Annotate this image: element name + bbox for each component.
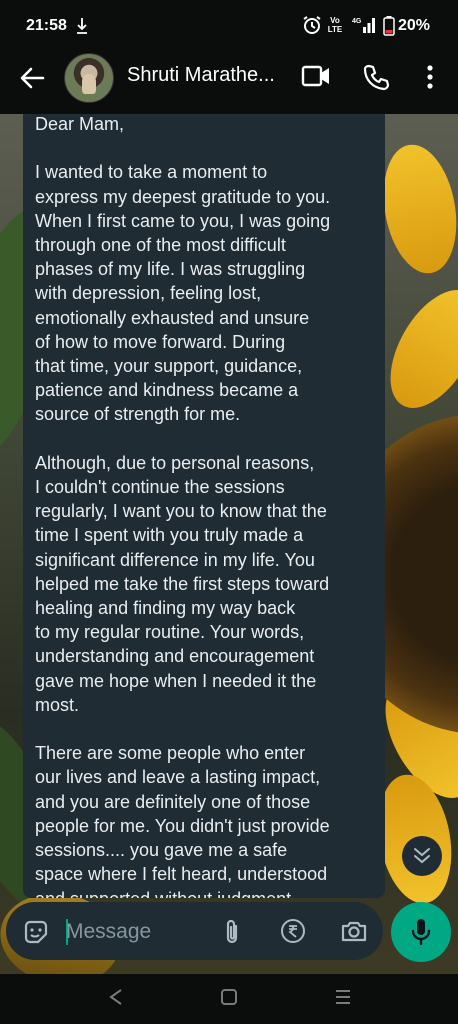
- rupee-icon[interactable]: [279, 917, 307, 945]
- mic-button[interactable]: [391, 902, 451, 962]
- download-icon: [77, 18, 87, 34]
- battery-percentage: 20%: [398, 17, 431, 34]
- phone-icon[interactable]: [362, 63, 390, 91]
- battery-icon: [383, 16, 395, 36]
- sticker-icon[interactable]: [22, 918, 50, 946]
- system-navigation-bar: [0, 974, 458, 1024]
- status-bar: 21:58 Vo LTE 4G 20%: [0, 0, 458, 52]
- avatar[interactable]: [64, 53, 114, 103]
- network-type-label: 4G: [352, 18, 362, 25]
- contact-name[interactable]: Shruti Marathe...: [127, 64, 275, 87]
- nav-recents-icon[interactable]: [334, 988, 352, 1006]
- chat-header: Shruti Marathe...: [0, 52, 458, 114]
- video-call-icon[interactable]: [301, 63, 331, 89]
- back-arrow-icon[interactable]: [18, 64, 46, 92]
- volte-icon: Vo LTE: [327, 16, 343, 34]
- message-bubble[interactable]: Dear Mam, I wanted to take a moment to e…: [23, 114, 385, 898]
- camera-icon[interactable]: [340, 918, 368, 944]
- message-input[interactable]: [66, 918, 206, 946]
- wallpaper-petal: [374, 138, 458, 280]
- double-chevron-down-icon: [414, 848, 430, 864]
- status-time: 21:58: [26, 17, 67, 34]
- scroll-to-bottom-button[interactable]: [402, 836, 442, 876]
- more-options-icon[interactable]: [420, 63, 440, 91]
- attach-icon[interactable]: [220, 918, 244, 946]
- chat-wallpaper: Dear Mam, I wanted to take a moment to e…: [0, 114, 458, 974]
- nav-home-icon[interactable]: [220, 988, 238, 1006]
- mic-icon: [411, 919, 431, 946]
- wallpaper-petal: [372, 275, 458, 423]
- alarm-icon: [303, 16, 321, 34]
- nav-back-icon[interactable]: [107, 987, 125, 1007]
- message-text: Dear Mam, I wanted to take a moment to e…: [35, 114, 331, 898]
- signal-icon: 4G: [352, 18, 375, 33]
- message-compose-bar: [6, 902, 383, 960]
